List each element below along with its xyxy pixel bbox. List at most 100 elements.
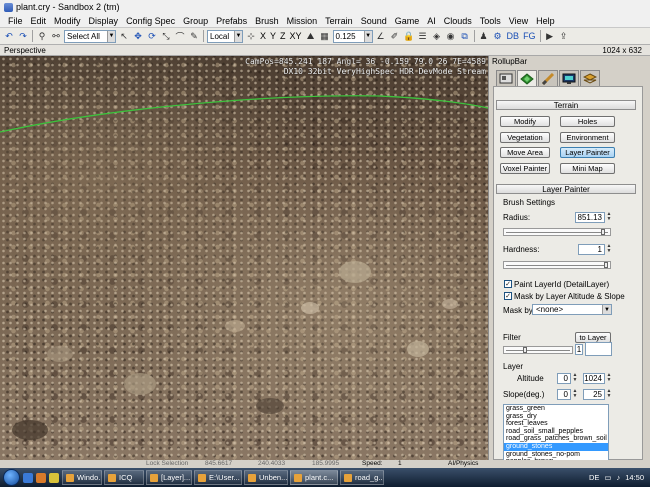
menu-brush[interactable]: Brush bbox=[251, 16, 283, 26]
menu-clouds[interactable]: Clouds bbox=[440, 16, 476, 26]
filter-slider-thumb[interactable] bbox=[523, 347, 527, 353]
axis-constraint-icon[interactable]: ⊹ bbox=[245, 30, 257, 42]
figure-icon[interactable]: ♟ bbox=[478, 30, 490, 42]
menu-sound[interactable]: Sound bbox=[357, 16, 391, 26]
menu-display[interactable]: Display bbox=[85, 16, 123, 26]
paint-icon[interactable]: ✎ bbox=[188, 30, 200, 42]
grid-snap-dropdown[interactable]: 0.125 ▼ bbox=[332, 29, 373, 43]
rotate-icon[interactable]: ⟳ bbox=[146, 30, 158, 42]
list-item[interactable]: road_grass_patches_brown_soil bbox=[504, 435, 608, 443]
menu-help[interactable]: Help bbox=[532, 16, 559, 26]
altitude-min-spinner[interactable]: ▲ ▼ bbox=[572, 373, 578, 384]
lock-selection-button[interactable]: Lock Selection bbox=[146, 460, 188, 467]
explorer-icon[interactable] bbox=[49, 472, 59, 483]
list-item[interactable]: grass_dry bbox=[504, 413, 608, 421]
mask-altitude-checkbox[interactable]: ✓ bbox=[504, 292, 512, 300]
axis-z-button[interactable]: Z bbox=[279, 31, 287, 41]
hardness-slider[interactable] bbox=[503, 261, 611, 269]
menu-config-spec[interactable]: Config Spec bbox=[122, 16, 179, 26]
menu-ai[interactable]: AI bbox=[423, 16, 440, 26]
menu-game[interactable]: Game bbox=[391, 16, 424, 26]
altitude-min-input[interactable]: 0 bbox=[557, 373, 571, 384]
select-mode-dropdown[interactable]: Select All ▼ bbox=[64, 29, 116, 43]
slope-max-spinner[interactable]: ▲ ▼ bbox=[606, 389, 612, 400]
slope-max-input[interactable]: 25 bbox=[583, 389, 605, 400]
terrain-section-header[interactable]: Terrain bbox=[496, 100, 636, 110]
task-icq[interactable]: ICQ bbox=[104, 470, 144, 485]
menu-modify[interactable]: Modify bbox=[50, 16, 85, 26]
list-item[interactable]: grass_green bbox=[504, 405, 608, 413]
altitude-max-spinner[interactable]: ▲ ▼ bbox=[606, 373, 612, 384]
move-area-button[interactable]: Move Area bbox=[500, 147, 550, 158]
terrain-snap-icon[interactable]: ⛰ bbox=[305, 30, 317, 42]
bend-icon[interactable]: ⌒ bbox=[174, 30, 186, 42]
menu-group[interactable]: Group bbox=[179, 16, 212, 26]
language-indicator[interactable]: DE bbox=[589, 473, 599, 482]
tab-terrain[interactable] bbox=[517, 70, 537, 87]
menu-tools[interactable]: Tools bbox=[476, 16, 505, 26]
firefox-icon[interactable] bbox=[36, 472, 46, 483]
axis-x-button[interactable]: X bbox=[259, 31, 267, 41]
list-item[interactable]: forest_leaves bbox=[504, 420, 608, 428]
clock[interactable]: 14:50 bbox=[625, 473, 644, 482]
axis-y-button[interactable]: Y bbox=[269, 31, 277, 41]
menu-mission[interactable]: Mission bbox=[283, 16, 322, 26]
coord-y-value[interactable]: 240.4033 bbox=[258, 460, 285, 467]
play-icon[interactable]: ▶ bbox=[544, 30, 556, 42]
menu-edit[interactable]: Edit bbox=[27, 16, 51, 26]
slope-min-spinner[interactable]: ▲ ▼ bbox=[572, 389, 578, 400]
layer-painter-section-header[interactable]: Layer Painter bbox=[496, 184, 636, 194]
task-road[interactable]: road_g... bbox=[340, 470, 384, 485]
coord-x-value[interactable]: 845.6617 bbox=[205, 460, 232, 467]
hardness-spinner[interactable]: ▲ ▼ bbox=[606, 244, 612, 255]
tab-brush[interactable] bbox=[538, 70, 558, 86]
menu-view[interactable]: View bbox=[505, 16, 532, 26]
viewport-mode[interactable]: Perspective bbox=[4, 46, 46, 55]
altitude-max-input[interactable]: 1024 bbox=[583, 373, 605, 384]
vegetation-button[interactable]: Vegetation bbox=[500, 132, 550, 143]
menu-file[interactable]: File bbox=[4, 16, 27, 26]
3d-viewport[interactable]: CamPos=845.241 187 Angl= 36 -0.159 79.0 … bbox=[0, 56, 488, 460]
filter-slider[interactable] bbox=[503, 346, 573, 354]
material-icon[interactable]: ◈ bbox=[431, 30, 443, 42]
radius-slider[interactable] bbox=[503, 228, 611, 236]
physics-icon[interactable]: ⚙ bbox=[492, 30, 504, 42]
redo-icon[interactable]: ↷ bbox=[17, 30, 29, 42]
angle-snap-icon[interactable]: ∠ bbox=[375, 30, 387, 42]
fg-button[interactable]: FG bbox=[522, 31, 537, 41]
select-arrow-icon[interactable]: ↖ bbox=[118, 30, 130, 42]
menu-prefabs[interactable]: Prefabs bbox=[212, 16, 251, 26]
edit-icon[interactable]: ✐ bbox=[389, 30, 401, 42]
coord-z-value[interactable]: 185.9995 bbox=[312, 460, 339, 467]
tab-layers[interactable] bbox=[580, 70, 600, 86]
holes-button[interactable]: Holes bbox=[560, 116, 615, 127]
radius-input[interactable]: 851.13 bbox=[575, 212, 605, 223]
speed-value[interactable]: 1 bbox=[398, 460, 402, 467]
undo-icon[interactable]: ↶ bbox=[3, 30, 15, 42]
modify-button[interactable]: Modify bbox=[500, 116, 550, 127]
tab-display[interactable] bbox=[559, 70, 579, 86]
hardness-input[interactable]: 1 bbox=[578, 244, 605, 255]
task-layer[interactable]: [Layer]... bbox=[146, 470, 192, 485]
lock-icon[interactable]: 🔒 bbox=[403, 30, 415, 42]
environment-button[interactable]: Environment bbox=[560, 132, 615, 143]
network-icon[interactable]: ▭ bbox=[604, 473, 611, 482]
layer-icon[interactable]: ⧉ bbox=[459, 30, 471, 42]
filter-value[interactable]: 1 bbox=[575, 344, 583, 355]
layer-painter-button[interactable]: Layer Painter bbox=[560, 147, 615, 158]
radius-spinner[interactable]: ▲ ▼ bbox=[606, 212, 612, 223]
export-icon[interactable]: ⇪ bbox=[558, 30, 570, 42]
task-windows[interactable]: Windo... bbox=[62, 470, 102, 485]
volume-icon[interactable]: ♪ bbox=[616, 473, 620, 482]
list-item[interactable]: road_soil_small_pepples bbox=[504, 428, 608, 436]
show-desktop-icon[interactable] bbox=[23, 472, 33, 483]
voxel-painter-button[interactable]: Voxel Painter bbox=[500, 163, 550, 174]
start-button[interactable] bbox=[3, 469, 20, 486]
mask-by-dropdown[interactable]: <none> ▼ bbox=[532, 304, 612, 315]
paint-layer-id-checkbox[interactable]: ✓ bbox=[504, 280, 512, 288]
scale-icon[interactable]: ⤡ bbox=[160, 30, 172, 42]
tab-objects[interactable] bbox=[496, 70, 516, 86]
list-item[interactable]: ground_stones_no-pom bbox=[504, 451, 608, 459]
list-item-selected[interactable]: ground_stones bbox=[504, 442, 608, 451]
list-icon[interactable]: ☰ bbox=[417, 30, 429, 42]
